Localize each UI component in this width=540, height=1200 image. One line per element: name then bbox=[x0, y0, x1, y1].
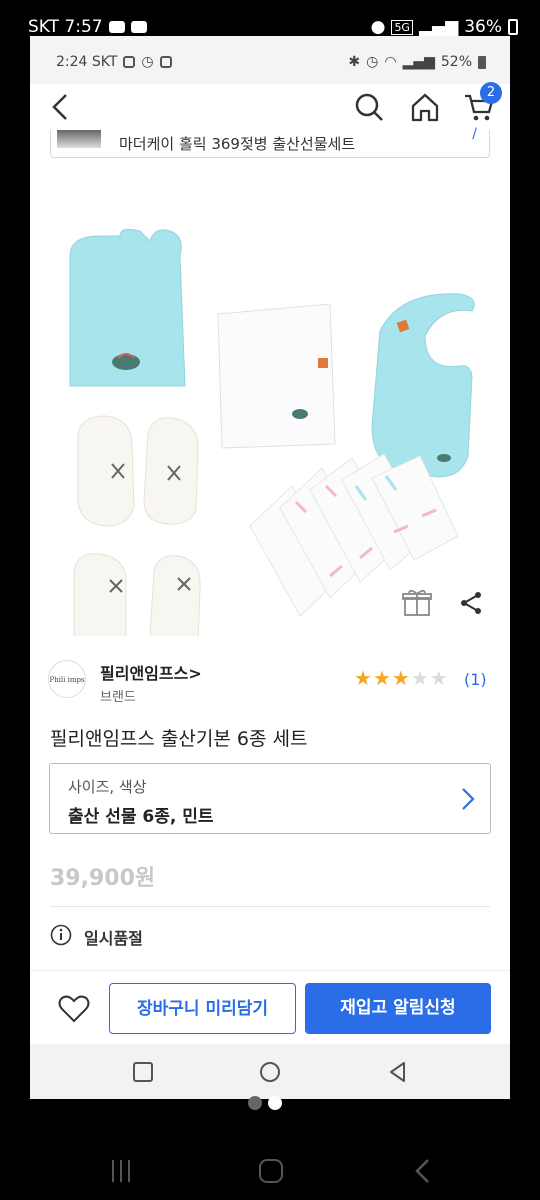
star-filled-icon: ★ bbox=[391, 666, 410, 690]
chevron-right-icon bbox=[462, 788, 475, 810]
inner-battery: 52% bbox=[440, 54, 472, 70]
divider bbox=[50, 906, 490, 907]
app-screen: 2:24 SKT ◷ ✱ ◷ ◠ ▂▄▆ 52% 2 마더케이 홀릭 369젖병… bbox=[30, 36, 510, 1099]
outer-nav-bar bbox=[0, 1132, 540, 1200]
restock-notify-button[interactable]: 재입고 알림신청 bbox=[305, 983, 491, 1034]
mittens-bottom-item bbox=[73, 553, 201, 636]
add-to-cart-preview-button[interactable]: 장바구니 미리담기 bbox=[109, 983, 296, 1034]
bottom-action-bar: 장바구니 미리담기 재입고 알림신청 bbox=[30, 970, 510, 1044]
outer-battery: 36% bbox=[464, 17, 502, 37]
review-count[interactable]: (1) bbox=[464, 670, 487, 689]
hat-item bbox=[69, 228, 186, 387]
brand-name-link[interactable]: 필리앤임프스> bbox=[100, 660, 202, 684]
heart-icon[interactable] bbox=[58, 995, 90, 1023]
page-dot bbox=[248, 1096, 262, 1110]
inner-time-carrier: 2:24 SKT bbox=[56, 54, 118, 70]
notification-icon bbox=[108, 21, 125, 33]
network-type: 5G bbox=[391, 19, 413, 35]
stock-status-text: 일시품절 bbox=[84, 929, 143, 948]
alarm-icon: ◷ bbox=[366, 54, 379, 70]
battery-icon bbox=[478, 55, 486, 69]
page-indicator bbox=[248, 1096, 282, 1110]
set-banner-edit-mark: / bbox=[472, 126, 477, 142]
outer-carrier-time: SKT 7:57 bbox=[28, 17, 103, 37]
star-filled-icon: ★ bbox=[372, 666, 391, 690]
outer-status-bar: SKT 7:57 ● 5G ▂▄▆ 36% bbox=[0, 0, 540, 37]
option-label: 사이즈, 색상 bbox=[68, 778, 147, 796]
cart-count-badge: 2 bbox=[480, 82, 502, 104]
app-icon bbox=[159, 56, 172, 68]
signal-icon: ▂▄▆ bbox=[418, 17, 459, 37]
brand-sublabel: 브랜드 bbox=[100, 690, 136, 705]
star-filled-icon: ★ bbox=[354, 666, 372, 690]
set-banner-text: 마더케이 홀릭 369젖병 출산선물세트 bbox=[119, 135, 356, 153]
back-icon[interactable] bbox=[408, 1156, 438, 1186]
recents-icon[interactable] bbox=[106, 1156, 136, 1186]
info-icon bbox=[50, 924, 72, 946]
bib-item bbox=[371, 293, 475, 478]
mittens-top-item bbox=[77, 415, 199, 527]
wifi-icon: ◠ bbox=[384, 54, 397, 70]
recents-icon[interactable] bbox=[129, 1058, 157, 1086]
star-empty-icon: ★ bbox=[410, 666, 429, 690]
gift-icon[interactable] bbox=[402, 588, 432, 618]
option-selector[interactable]: 사이즈, 색상 출산 선물 6종, 민트 bbox=[49, 763, 491, 834]
page-dot-active bbox=[268, 1096, 282, 1110]
blanket-item bbox=[217, 303, 336, 449]
share-icon[interactable] bbox=[458, 590, 484, 616]
youtube-icon bbox=[130, 21, 147, 33]
back-triangle-icon[interactable] bbox=[384, 1058, 412, 1086]
home-circle-icon[interactable] bbox=[256, 1058, 284, 1086]
set-thumbnail bbox=[57, 130, 101, 148]
inner-status-bar: 2:24 SKT ◷ ✱ ◷ ◠ ▂▄▆ 52% bbox=[30, 36, 510, 84]
bluetooth-icon: ✱ bbox=[348, 54, 361, 70]
inner-nav-bar bbox=[30, 1044, 510, 1099]
product-title: 필리앤임프스 출산기본 6종 세트 bbox=[50, 728, 308, 750]
app-icon bbox=[123, 56, 136, 68]
set-banner[interactable]: 마더케이 홀릭 369젖병 출산선물세트 / bbox=[50, 126, 490, 158]
product-image[interactable] bbox=[60, 186, 480, 636]
signal-icon: ▂▄▆ bbox=[402, 54, 435, 70]
star-rating: ★ ★ ★ ★ ★ bbox=[354, 668, 448, 688]
battery-icon bbox=[508, 19, 518, 35]
back-arrow-icon[interactable] bbox=[46, 90, 76, 124]
alarm-icon: ◷ bbox=[141, 54, 154, 70]
top-app-bar bbox=[30, 84, 510, 130]
location-icon: ● bbox=[370, 17, 386, 37]
search-icon[interactable] bbox=[352, 90, 386, 124]
star-empty-icon: ★ bbox=[429, 666, 448, 690]
home-icon[interactable] bbox=[408, 90, 442, 124]
brand-logo[interactable]: Phili imps bbox=[48, 660, 86, 698]
home-icon[interactable] bbox=[256, 1156, 286, 1186]
brand-row: Phili imps 필리앤임프스> 브랜드 ★ ★ ★ ★ ★ (1) bbox=[48, 660, 492, 706]
option-value: 출산 선물 6종, 민트 bbox=[68, 807, 214, 827]
product-price: 39,900원 bbox=[50, 866, 156, 891]
